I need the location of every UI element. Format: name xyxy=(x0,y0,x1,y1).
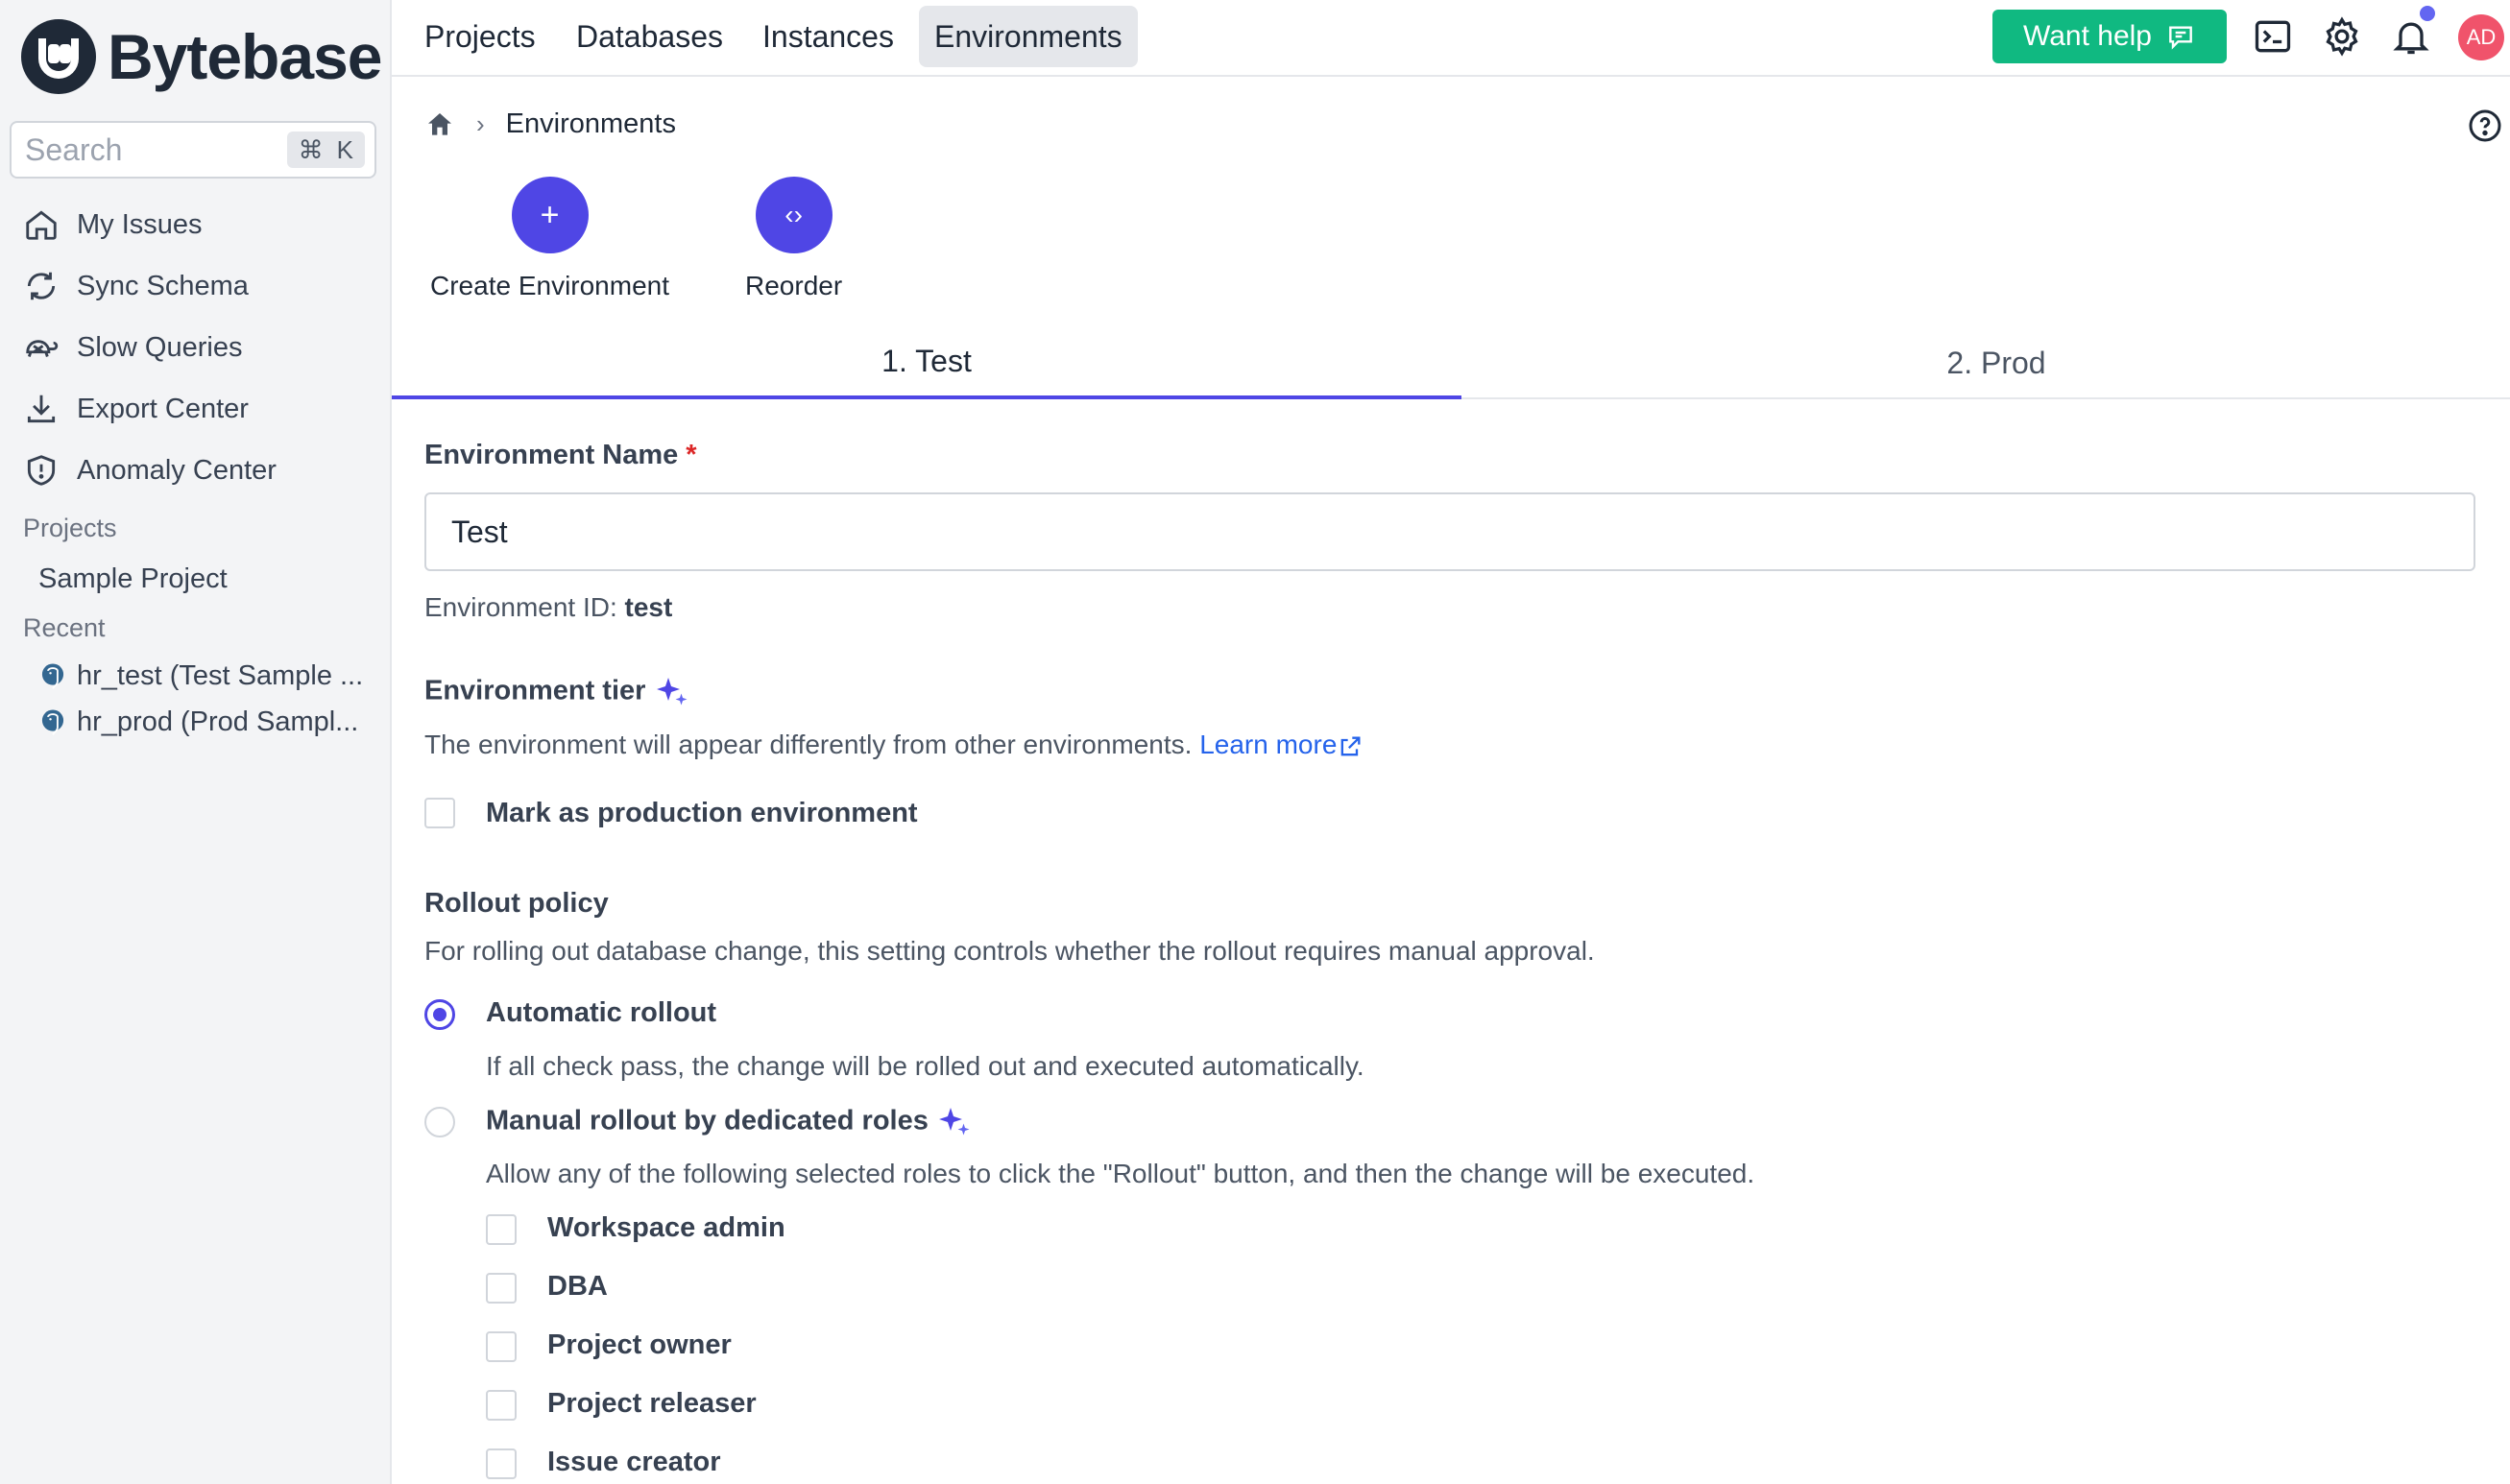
reorder-label: Reorder xyxy=(745,271,843,300)
sidebar-item-sync-schema[interactable]: Sync Schema xyxy=(23,263,249,309)
home-icon[interactable] xyxy=(424,109,455,140)
shortcut-key: K xyxy=(336,134,353,164)
sidebar-project-item[interactable]: Sample Project xyxy=(38,563,228,595)
sidebar-item-anomaly-center[interactable]: Anomaly Center xyxy=(23,447,277,493)
bytebase-logo-icon xyxy=(21,19,96,94)
sidebar-item-export-center[interactable]: Export Center xyxy=(23,386,249,432)
manual-rollout-description: Allow any of the following selected role… xyxy=(486,1159,1755,1188)
environment-tier-label-text: Environment tier xyxy=(424,675,646,706)
environment-id-value: test xyxy=(624,592,673,622)
create-environment-button[interactable]: + Create Environment xyxy=(430,177,669,301)
environment-name-label-text: Environment Name xyxy=(424,440,679,470)
manual-rollout-radio[interactable] xyxy=(424,1107,455,1137)
sidebar: Bytebase Search ⌘ K My Issues Sync Schem… xyxy=(0,0,392,1484)
role-label-workspace-admin[interactable]: Workspace admin xyxy=(547,1212,785,1244)
want-help-label: Want help xyxy=(2023,20,2152,52)
code-brackets-icon: ‹› xyxy=(755,177,833,253)
tab-test[interactable]: 1. Test xyxy=(392,326,1461,399)
role-checkbox-workspace-admin[interactable] xyxy=(486,1214,517,1245)
chat-icon xyxy=(2169,26,2192,50)
role-label-project-releaser[interactable]: Project releaser xyxy=(547,1388,757,1420)
want-help-button[interactable]: Want help xyxy=(1992,10,2227,63)
shield-icon xyxy=(27,455,56,486)
automatic-rollout-description: If all check pass, the change will be ro… xyxy=(486,1051,1364,1081)
role-checkbox-dba[interactable] xyxy=(486,1273,517,1304)
sidebar-item-label: Sync Schema xyxy=(77,270,249,301)
automatic-rollout-label[interactable]: Automatic rollout xyxy=(486,997,716,1029)
postgres-icon xyxy=(41,662,64,689)
manual-rollout-label[interactable]: Manual rollout by dedicated roles xyxy=(486,1105,971,1139)
avatar[interactable]: AD xyxy=(2458,14,2504,60)
terminal-icon[interactable] xyxy=(2252,15,2294,58)
turtle-icon xyxy=(26,340,59,357)
plus-icon: + xyxy=(511,177,589,253)
brand-logo[interactable]: Bytebase xyxy=(21,19,382,94)
role-label-dba[interactable]: DBA xyxy=(547,1271,608,1303)
role-checkbox-issue-creator[interactable] xyxy=(486,1448,517,1479)
sidebar-item-my-issues[interactable]: My Issues xyxy=(23,202,203,248)
sparkle-icon xyxy=(656,678,687,706)
tab-prod[interactable]: 2. Prod xyxy=(1461,326,2510,399)
command-key-icon: ⌘ xyxy=(298,134,324,164)
topnav-databases[interactable]: Databases xyxy=(561,6,738,67)
breadcrumb: › Environments xyxy=(424,108,676,140)
reorder-button[interactable]: ‹› Reorder xyxy=(745,177,842,301)
environment-id-prefix: Environment ID: xyxy=(424,592,617,622)
environment-name-input[interactable]: Test xyxy=(424,492,2475,571)
recent-section-label: Recent xyxy=(23,613,106,642)
gear-icon[interactable] xyxy=(2321,15,2363,58)
external-link-icon xyxy=(1341,736,1361,755)
automatic-rollout-radio[interactable] xyxy=(424,999,455,1030)
home-icon xyxy=(26,210,57,240)
recent-item-hr-prod[interactable]: hr_prod (Prod Sampl... xyxy=(38,706,358,738)
chevron-right-icon: › xyxy=(476,109,485,138)
environment-tier-description: The environment will appear differently … xyxy=(424,730,1364,760)
production-checkbox-label[interactable]: Mark as production environment xyxy=(486,798,918,829)
environment-tabs: 1. Test 2. Prod xyxy=(392,326,2510,399)
manual-rollout-label-text: Manual rollout by dedicated roles xyxy=(486,1105,929,1137)
sidebar-item-label: Export Center xyxy=(77,393,249,424)
required-mark: * xyxy=(686,440,697,470)
topnav-projects[interactable]: Projects xyxy=(409,6,551,67)
search-placeholder: Search xyxy=(25,132,123,167)
production-checkbox[interactable] xyxy=(424,798,455,828)
create-environment-label: Create Environment xyxy=(430,271,670,300)
search-shortcut: ⌘ K xyxy=(286,132,365,168)
recent-item-hr-test[interactable]: hr_test (Test Sample ... xyxy=(38,660,363,692)
rollout-policy-label: Rollout policy xyxy=(424,888,609,919)
help-circle-icon[interactable] xyxy=(2468,108,2502,143)
environment-name-label: Environment Name * xyxy=(424,440,697,471)
sidebar-item-slow-queries[interactable]: Slow Queries xyxy=(23,324,242,371)
role-checkbox-project-owner[interactable] xyxy=(486,1331,517,1362)
postgres-icon xyxy=(41,708,64,735)
breadcrumb-current: Environments xyxy=(505,108,676,139)
sync-icon xyxy=(27,272,56,300)
sidebar-item-label: Slow Queries xyxy=(77,331,243,363)
topnav-instances[interactable]: Instances xyxy=(747,6,909,67)
role-label-issue-creator[interactable]: Issue creator xyxy=(547,1447,721,1478)
bell-icon[interactable] xyxy=(2390,15,2432,58)
role-label-project-owner[interactable]: Project owner xyxy=(547,1329,732,1361)
sidebar-item-label: Anomaly Center xyxy=(77,454,277,486)
projects-section-label: Projects xyxy=(23,514,117,542)
notification-dot xyxy=(2420,6,2435,21)
brand-name: Bytebase xyxy=(108,21,382,92)
rollout-policy-description: For rolling out database change, this se… xyxy=(424,936,1595,966)
role-checkbox-project-releaser[interactable] xyxy=(486,1390,517,1421)
recent-item-label: hr_prod (Prod Sampl... xyxy=(77,706,359,737)
learn-more-link[interactable]: Learn more xyxy=(1199,730,1364,759)
topnav-environments[interactable]: Environments xyxy=(919,6,1138,67)
learn-more-label: Learn more xyxy=(1199,730,1338,759)
recent-item-label: hr_test (Test Sample ... xyxy=(77,660,364,691)
search-input[interactable]: Search ⌘ K xyxy=(10,121,376,179)
sidebar-item-label: My Issues xyxy=(77,208,203,240)
environment-tier-label: Environment tier xyxy=(424,675,688,709)
environment-id-text: Environment ID: test xyxy=(424,592,672,623)
download-icon xyxy=(27,395,56,423)
sparkle-icon xyxy=(938,1108,970,1136)
tier-description-text: The environment will appear differently … xyxy=(424,730,1193,759)
